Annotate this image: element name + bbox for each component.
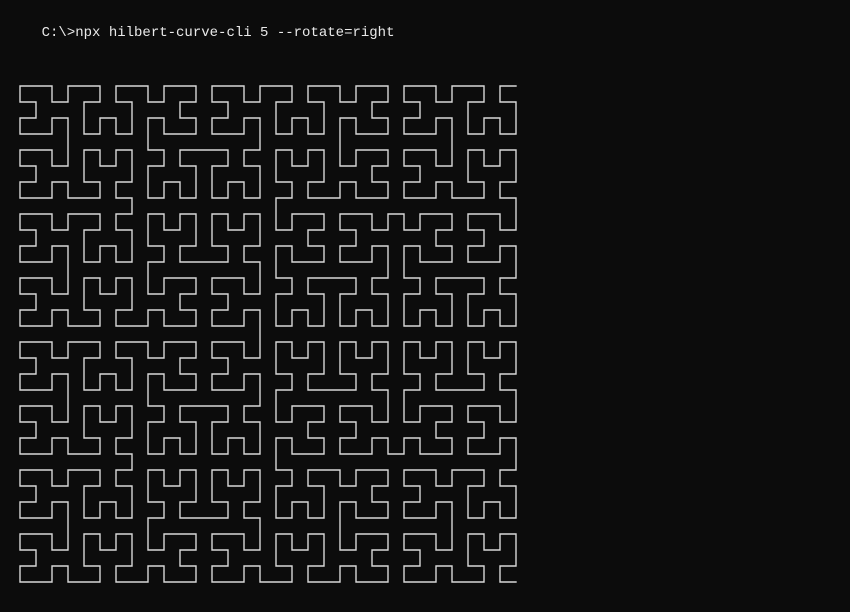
terminal[interactable]: C:\>npx hilbert-curve-cli 5 --rotate=rig… bbox=[0, 0, 850, 612]
hilbert-curve bbox=[8, 74, 528, 594]
hilbert-path bbox=[20, 86, 516, 582]
prompt-prefix: C:\> bbox=[42, 25, 76, 41]
command-line-1: C:\>npx hilbert-curve-cli 5 --rotate=rig… bbox=[8, 6, 842, 60]
command-text: npx hilbert-curve-cli 5 --rotate=right bbox=[75, 25, 394, 41]
command-line-2: C:\> bbox=[8, 608, 842, 612]
hilbert-curve-output bbox=[8, 74, 842, 594]
